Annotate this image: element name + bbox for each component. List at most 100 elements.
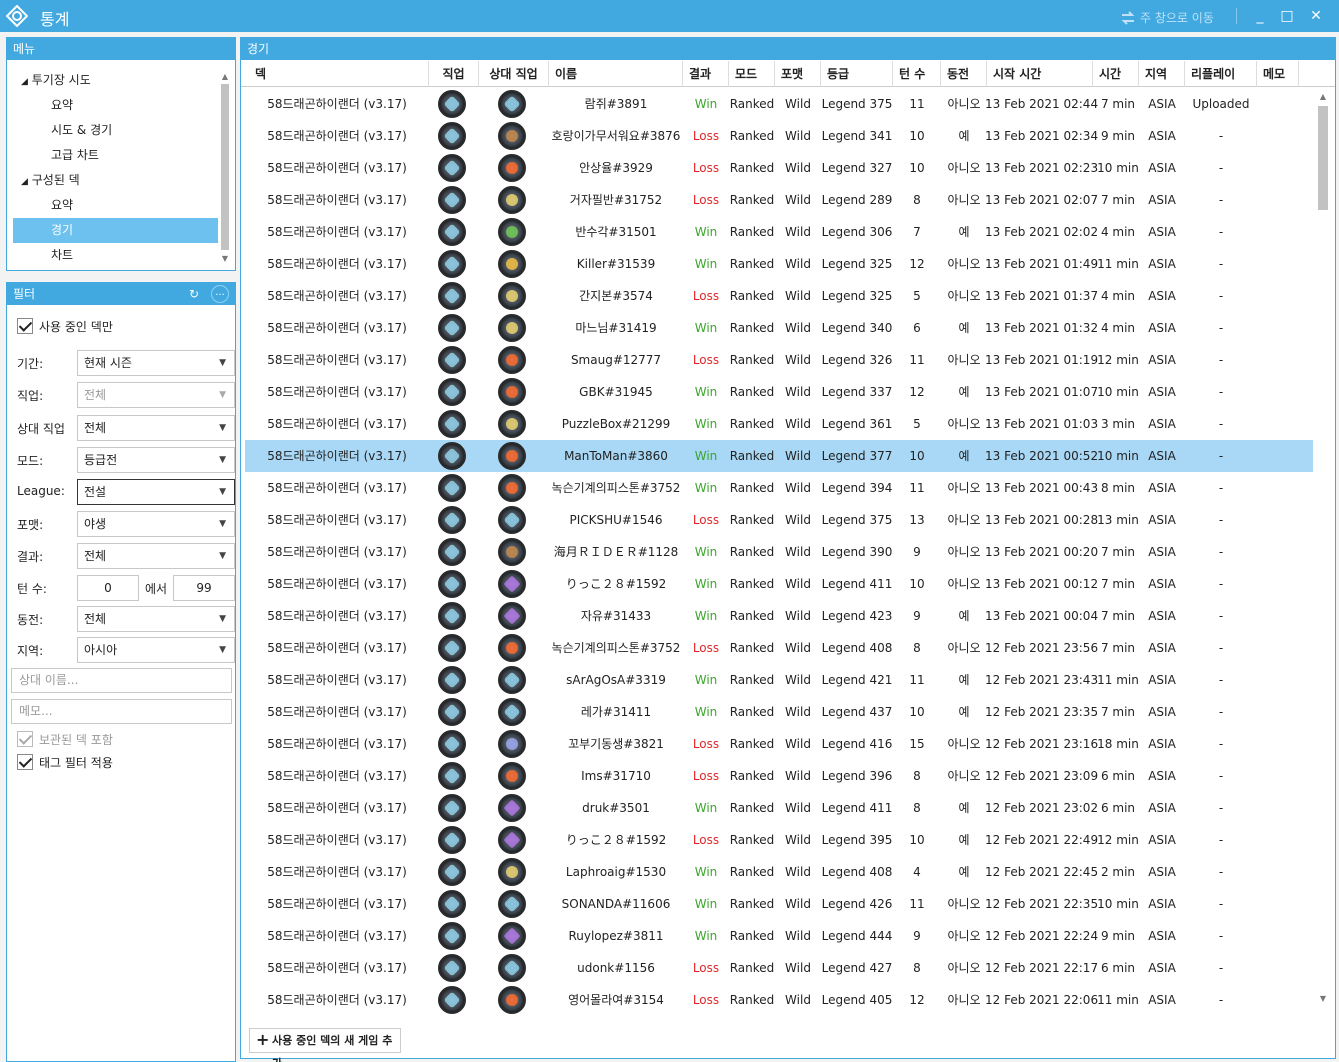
menu-item-arena-runs[interactable]: 시도 & 경기 <box>13 118 218 143</box>
table-row[interactable]: 58드래곤하이랜더 (v3.17) 레가#31411 Win Ranked Wild Le… <box>245 696 1313 728</box>
coin-select[interactable]: 전체 ▼ <box>77 606 235 632</box>
scroll-up-icon[interactable]: ▲ <box>220 72 230 82</box>
expander-icon[interactable]: ◢ <box>21 77 28 87</box>
cell-deck: 58드래곤하이랜더 (v3.17) <box>267 513 407 527</box>
col-class[interactable]: 직업 <box>429 61 479 87</box>
apply-tag-filter-checkbox[interactable]: 태그 필터 적용 <box>17 753 113 771</box>
col-result[interactable]: 결과 <box>683 61 729 87</box>
mage-class-icon <box>438 698 466 726</box>
warlock-class-icon <box>498 154 526 182</box>
table-row[interactable]: 58드래곤하이랜더 (v3.17) udonk#1156 Loss Ranked Wil… <box>245 952 1313 984</box>
turns-from-input[interactable]: 0 <box>77 575 139 601</box>
opponent-name-input[interactable]: 상대 이름... <box>11 668 232 693</box>
table-row[interactable]: 58드래곤하이랜더 (v3.17) 영어몰라여#3154 Loss Ranked Wil… <box>245 984 1313 1016</box>
games-scrollbar[interactable]: ▲ ▼ <box>1315 88 1331 1018</box>
checkbox-check-icon[interactable] <box>17 318 33 334</box>
include-archived-checkbox[interactable]: 보관된 덱 포함 <box>17 730 113 748</box>
result-select[interactable]: 전체 ▼ <box>77 543 235 569</box>
scroll-up-icon[interactable]: ▲ <box>1318 92 1328 102</box>
table-row[interactable]: 58드래곤하이랜더 (v3.17) 간지본#3574 Loss Ranked Wild L… <box>245 280 1313 312</box>
cell-format: Wild <box>785 609 811 623</box>
table-row[interactable]: 58드래곤하이랜더 (v3.17) 자유#31433 Win Ranked Wild Le… <box>245 600 1313 632</box>
mode-select[interactable]: 등급전 ▼ <box>77 447 235 473</box>
period-select[interactable]: 현재 시즌 ▼ <box>77 350 235 376</box>
turns-to-input[interactable]: 99 <box>173 575 235 601</box>
col-replay[interactable]: 리플레이 <box>1185 61 1257 87</box>
menu-item-arena-summary[interactable]: 요약 <box>13 93 218 118</box>
menu-item-constructed-games[interactable]: 경기 <box>13 218 218 243</box>
table-row[interactable]: 58드래곤하이랜더 (v3.17) 호랑이가무서워요#3876 Loss Ranked… <box>245 120 1313 152</box>
note-input[interactable]: 메모... <box>11 699 232 724</box>
goto-main-window-button[interactable]: 주 창으로 이동 <box>1120 9 1214 26</box>
table-row[interactable]: 58드래곤하이랜더 (v3.17) 海月ＲＩＤＥＲ#1128 Win Ranked Wi… <box>245 536 1313 568</box>
col-region[interactable]: 지역 <box>1139 61 1185 87</box>
plus-icon: + <box>256 1030 270 1049</box>
table-row[interactable]: 58드래곤하이랜더 (v3.17) SONANDA#11606 Win Ranked W… <box>245 888 1313 920</box>
scroll-down-icon[interactable]: ▼ <box>1318 994 1328 1004</box>
col-turns[interactable]: 턴 수 <box>893 61 941 87</box>
table-row[interactable]: 58드래곤하이랜더 (v3.17) 녹슨기계의피스톤#3752 Win Ranked W… <box>245 472 1313 504</box>
menu-item-constructed-summary[interactable]: 요약 <box>13 193 218 218</box>
checkbox-check-icon[interactable] <box>17 754 33 770</box>
table-row[interactable]: 58드래곤하이랜더 (v3.17) ManToMan#3860 Win Ranked W… <box>245 440 1313 472</box>
col-mode[interactable]: 모드 <box>729 61 775 87</box>
menu-group-constructed[interactable]: ◢ 구성된 덱 <box>13 168 218 193</box>
table-row[interactable]: 58드래곤하이랜더 (v3.17) PICKSHU#1546 Loss Ranked W… <box>245 504 1313 536</box>
table-row[interactable]: 58드래곤하이랜더 (v3.17) 마느님#31419 Win Ranked Wild L… <box>245 312 1313 344</box>
mage-class-icon <box>438 90 466 118</box>
table-row[interactable]: 58드래곤하이랜더 (v3.17) Ims#31710 Loss Ranked Wild… <box>245 760 1313 792</box>
cell-coin: 아니오 <box>947 993 981 1007</box>
menu-item-arena-charts[interactable]: 고급 차트 <box>13 143 218 168</box>
table-row[interactable]: 58드래곤하이랜더 (v3.17) Killer#31539 Win Ranked Wi… <box>245 248 1313 280</box>
table-row[interactable]: 58드래곤하이랜더 (v3.17) 꼬부기동생#3821 Loss Ranked Wil… <box>245 728 1313 760</box>
cell-name: SONANDA#11606 <box>561 897 671 911</box>
minimize-button[interactable]: _ <box>1250 6 1270 26</box>
scroll-thumb[interactable] <box>1318 106 1328 210</box>
table-row[interactable]: 58드래곤하이랜더 (v3.17) 거자필반#31752 Loss Ranked Wil… <box>245 184 1313 216</box>
scroll-thumb[interactable] <box>221 84 229 250</box>
table-row[interactable]: 58드래곤하이랜더 (v3.17) Smaug#12777 Loss Ranked Wi… <box>245 344 1313 376</box>
league-select[interactable]: 전설 ▼ <box>77 479 235 505</box>
mage-class-icon <box>438 314 466 342</box>
col-deck[interactable]: 덱 <box>249 61 429 87</box>
table-row[interactable]: 58드래곤하이랜더 (v3.17) 람쥐#3891 Win Ranked Wild Leg… <box>245 88 1313 120</box>
more-options-button[interactable]: ... <box>211 285 229 303</box>
cell-coin: 예 <box>958 449 970 463</box>
close-button[interactable]: ✕ <box>1306 6 1326 26</box>
table-row[interactable]: 58드래곤하이랜더 (v3.17) PuzzleBox#21299 Win Ranke… <box>245 408 1313 440</box>
refresh-icon[interactable]: ↻ <box>185 285 203 303</box>
table-row[interactable]: 58드래곤하이랜더 (v3.17) druk#3501 Win Ranked Wild L… <box>245 792 1313 824</box>
col-name[interactable]: 이름 <box>549 61 683 87</box>
col-start-time[interactable]: 시작 시간 <box>987 61 1093 87</box>
druid-class-icon <box>498 282 526 310</box>
expander-icon[interactable]: ◢ <box>21 177 28 187</box>
cell-deck: 58드래곤하이랜더 (v3.17) <box>267 353 407 367</box>
maximize-button[interactable]: □ <box>1277 6 1297 26</box>
table-row[interactable]: 58드래곤하이랜더 (v3.17) 녹슨기계의피스톤#3752 Loss Ranked… <box>245 632 1313 664</box>
table-row[interactable]: 58드래곤하이랜더 (v3.17) 반수각#31501 Win Ranked Wild L… <box>245 216 1313 248</box>
table-row[interactable]: 58드래곤하이랜더 (v3.17) 안상율#3929 Loss Ranked Wild L… <box>245 152 1313 184</box>
table-row[interactable]: 58드래곤하이랜더 (v3.17) GBK#31945 Win Ranked Wild L… <box>245 376 1313 408</box>
checkbox-check-icon[interactable] <box>17 731 33 747</box>
table-row[interactable]: 58드래곤하이랜더 (v3.17) Ruylopez#3811 Win Ranked W… <box>245 920 1313 952</box>
col-note[interactable]: 메모 <box>1257 61 1299 87</box>
opponent-class-select[interactable]: 전체 ▼ <box>77 415 235 441</box>
cell-format: Wild <box>785 321 811 335</box>
scroll-down-icon[interactable]: ▼ <box>220 254 230 264</box>
menu-item-constructed-charts[interactable]: 차트 <box>13 243 218 268</box>
region-select[interactable]: 아시아 ▼ <box>77 637 235 663</box>
menu-scrollbar[interactable]: ▲ ▼ <box>219 70 231 266</box>
col-format[interactable]: 포맷 <box>775 61 821 87</box>
col-rank[interactable]: 등급 <box>821 61 893 87</box>
table-row[interactable]: 58드래곤하이랜더 (v3.17) sArAgOsA#3319 Win Ranked W… <box>245 664 1313 696</box>
menu-group-arena[interactable]: ◢ 투기장 시도 <box>13 68 218 93</box>
active-deck-only-checkbox[interactable]: 사용 중인 덱만 <box>17 317 113 335</box>
col-duration[interactable]: 시간 <box>1093 61 1139 87</box>
table-row[interactable]: 58드래곤하이랜더 (v3.17) りっこ２８#1592 Loss Ranked Wil… <box>245 824 1313 856</box>
table-row[interactable]: 58드래곤하이랜더 (v3.17) りっこ２８#1592 Win Ranked Wild… <box>245 568 1313 600</box>
col-coin[interactable]: 동전 <box>941 61 987 87</box>
format-select[interactable]: 야생 ▼ <box>77 511 235 537</box>
col-opponent-class[interactable]: 상대 직업 <box>479 61 549 87</box>
add-new-game-button[interactable]: + 사용 중인 덱의 새 게임 추가 <box>249 1028 401 1062</box>
table-row[interactable]: 58드래곤하이랜더 (v3.17) Laphroaig#1530 Win Ranked… <box>245 856 1313 888</box>
